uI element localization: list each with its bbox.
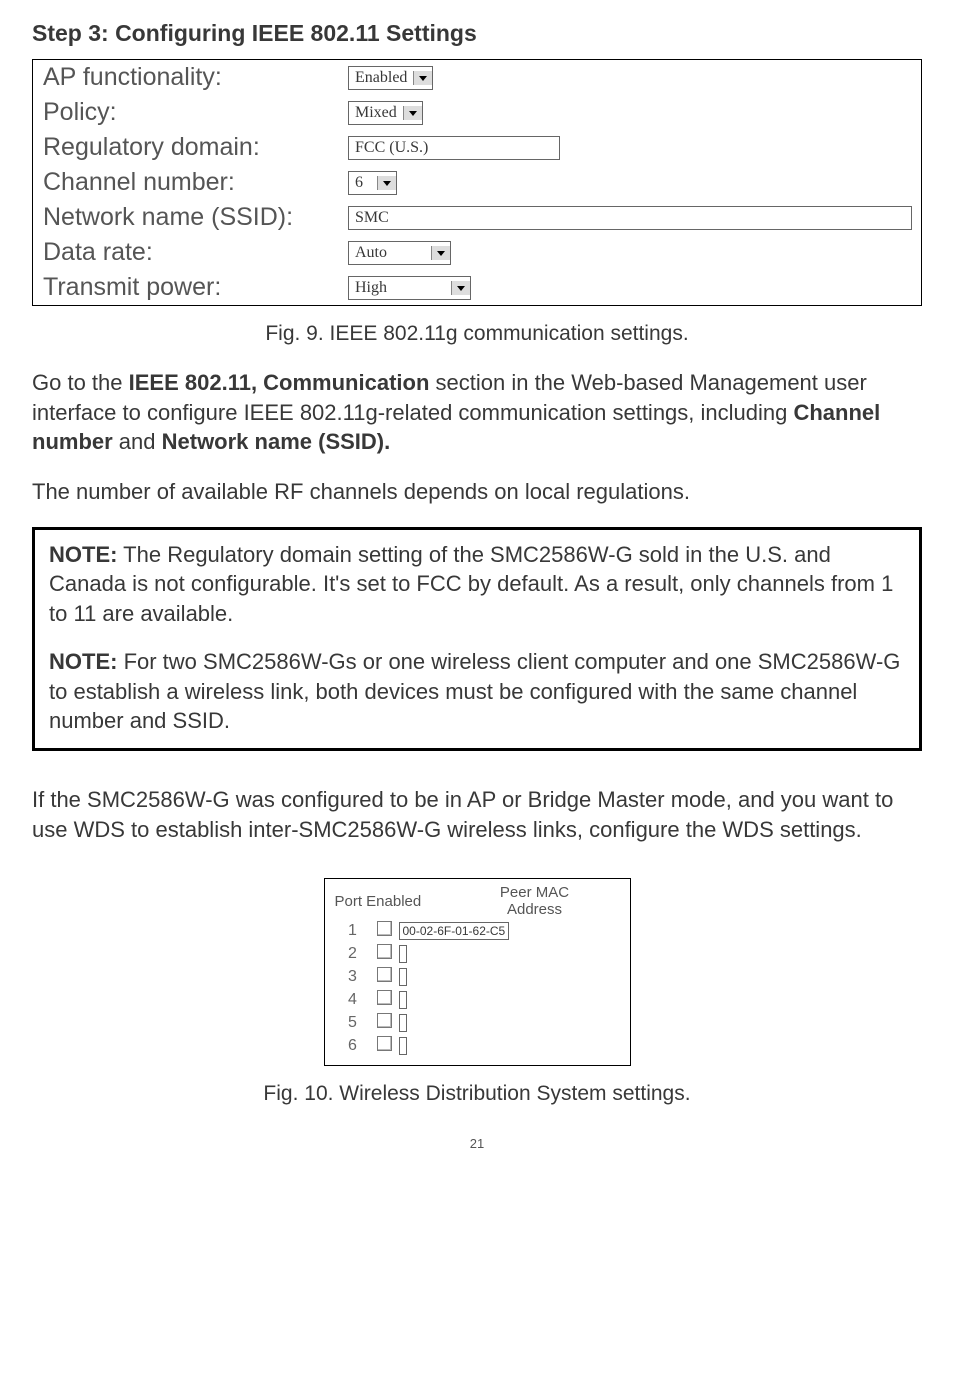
- page-number: 21: [32, 1136, 922, 1151]
- row-data-rate: Data rate: Auto: [33, 235, 921, 270]
- chevron-down-icon: [413, 71, 432, 85]
- row-policy: Policy: Mixed: [33, 95, 921, 130]
- label-data-rate: Data rate:: [43, 238, 348, 267]
- wds-port-number: 6: [335, 1037, 371, 1055]
- select-ap-functionality-value: Enabled: [349, 67, 413, 89]
- chevron-down-icon: [377, 176, 396, 190]
- label-transmit-power: Transmit power:: [43, 273, 348, 302]
- select-channel-number[interactable]: 6: [348, 171, 397, 195]
- wds-row: 5: [335, 1013, 620, 1033]
- select-regulatory-domain[interactable]: FCC (U.S.): [348, 136, 560, 160]
- paragraph-rf-channels: The number of available RF channels depe…: [32, 477, 922, 507]
- text: Go to the: [32, 370, 129, 395]
- wds-port-number: 2: [335, 945, 371, 963]
- step-heading: Step 3: Configuring IEEE 802.11 Settings: [32, 20, 922, 47]
- label-policy: Policy:: [43, 98, 348, 127]
- figure-9-caption: Fig. 9. IEEE 802.11g communication setti…: [32, 322, 922, 346]
- wds-enabled-checkbox[interactable]: [377, 921, 392, 936]
- wds-mac-input[interactable]: [399, 1014, 407, 1032]
- text-bold: IEEE 802.11, Communication: [129, 370, 430, 395]
- wds-row: 1 00-02-6F-01-62-C5: [335, 921, 620, 941]
- select-data-rate-value: Auto: [349, 242, 431, 264]
- note-label: NOTE:: [49, 542, 117, 567]
- wds-port-number: 3: [335, 968, 371, 986]
- note-box: NOTE: The Regulatory domain setting of t…: [32, 527, 922, 751]
- select-policy-value: Mixed: [349, 102, 403, 124]
- wds-port-number: 5: [335, 1014, 371, 1032]
- chevron-down-icon: [451, 281, 470, 295]
- note-2: NOTE: For two SMC2586W-Gs or one wireles…: [49, 647, 905, 736]
- wds-mac-input[interactable]: [399, 991, 407, 1009]
- wds-port-number: 1: [335, 922, 371, 940]
- wds-mac-input[interactable]: 00-02-6F-01-62-C5: [399, 922, 510, 940]
- wds-mac-input[interactable]: [399, 1037, 407, 1055]
- wds-enabled-checkbox[interactable]: [377, 990, 392, 1005]
- figure-10-caption: Fig. 10. Wireless Distribution System se…: [32, 1082, 922, 1106]
- wds-mac-input[interactable]: [399, 945, 407, 963]
- wds-enabled-checkbox[interactable]: [377, 944, 392, 959]
- select-transmit-power-value: High: [349, 277, 451, 299]
- wds-port-number: 4: [335, 991, 371, 1009]
- paragraph-wds: If the SMC2586W-G was configured to be i…: [32, 785, 922, 844]
- input-ssid[interactable]: SMC: [348, 206, 912, 230]
- row-channel-number: Channel number: 6: [33, 165, 921, 200]
- ieee-settings-panel: AP functionality: Enabled Policy: Mixed …: [32, 59, 922, 306]
- row-regulatory-domain: Regulatory domain: FCC (U.S.): [33, 130, 921, 165]
- chevron-down-icon: [431, 246, 450, 260]
- text: and: [113, 429, 162, 454]
- wds-row: 6: [335, 1036, 620, 1056]
- note-label: NOTE:: [49, 649, 117, 674]
- row-ssid: Network name (SSID): SMC: [33, 200, 921, 235]
- wds-settings-panel: Port Enabled Peer MAC Address 1 00-02-6F…: [324, 878, 631, 1066]
- text-bold: Network name (SSID).: [162, 429, 391, 454]
- wds-row: 3: [335, 967, 620, 987]
- label-ssid: Network name (SSID):: [43, 203, 348, 232]
- wds-enabled-checkbox[interactable]: [377, 1036, 392, 1051]
- row-ap-functionality: AP functionality: Enabled: [33, 60, 921, 95]
- select-policy[interactable]: Mixed: [348, 101, 423, 125]
- paragraph-goto: Go to the IEEE 802.11, Communication sec…: [32, 368, 922, 457]
- wds-header: Port Enabled Peer MAC Address: [335, 885, 620, 918]
- select-ap-functionality[interactable]: Enabled: [348, 66, 433, 90]
- select-channel-number-value: 6: [349, 172, 377, 194]
- label-ap-functionality: AP functionality:: [43, 63, 348, 92]
- label-channel-number: Channel number:: [43, 168, 348, 197]
- wds-header-port-enabled: Port Enabled: [335, 893, 450, 910]
- wds-row: 4: [335, 990, 620, 1010]
- select-transmit-power[interactable]: High: [348, 276, 471, 300]
- wds-row: 2: [335, 944, 620, 964]
- label-regulatory-domain: Regulatory domain:: [43, 133, 348, 162]
- text: Peer MAC: [500, 884, 569, 901]
- chevron-down-icon: [403, 106, 422, 120]
- note-1: NOTE: The Regulatory domain setting of t…: [49, 540, 905, 629]
- select-regulatory-domain-value: FCC (U.S.): [349, 137, 559, 159]
- wds-mac-input[interactable]: [399, 968, 407, 986]
- wds-enabled-checkbox[interactable]: [377, 967, 392, 982]
- select-data-rate[interactable]: Auto: [348, 241, 451, 265]
- row-transmit-power: Transmit power: High: [33, 270, 921, 305]
- wds-enabled-checkbox[interactable]: [377, 1013, 392, 1028]
- wds-header-peer-mac: Peer MAC Address: [450, 885, 620, 918]
- note-text: For two SMC2586W-Gs or one wireless clie…: [49, 649, 900, 733]
- text: Address: [507, 901, 562, 918]
- note-text: The Regulatory domain setting of the SMC…: [49, 542, 893, 626]
